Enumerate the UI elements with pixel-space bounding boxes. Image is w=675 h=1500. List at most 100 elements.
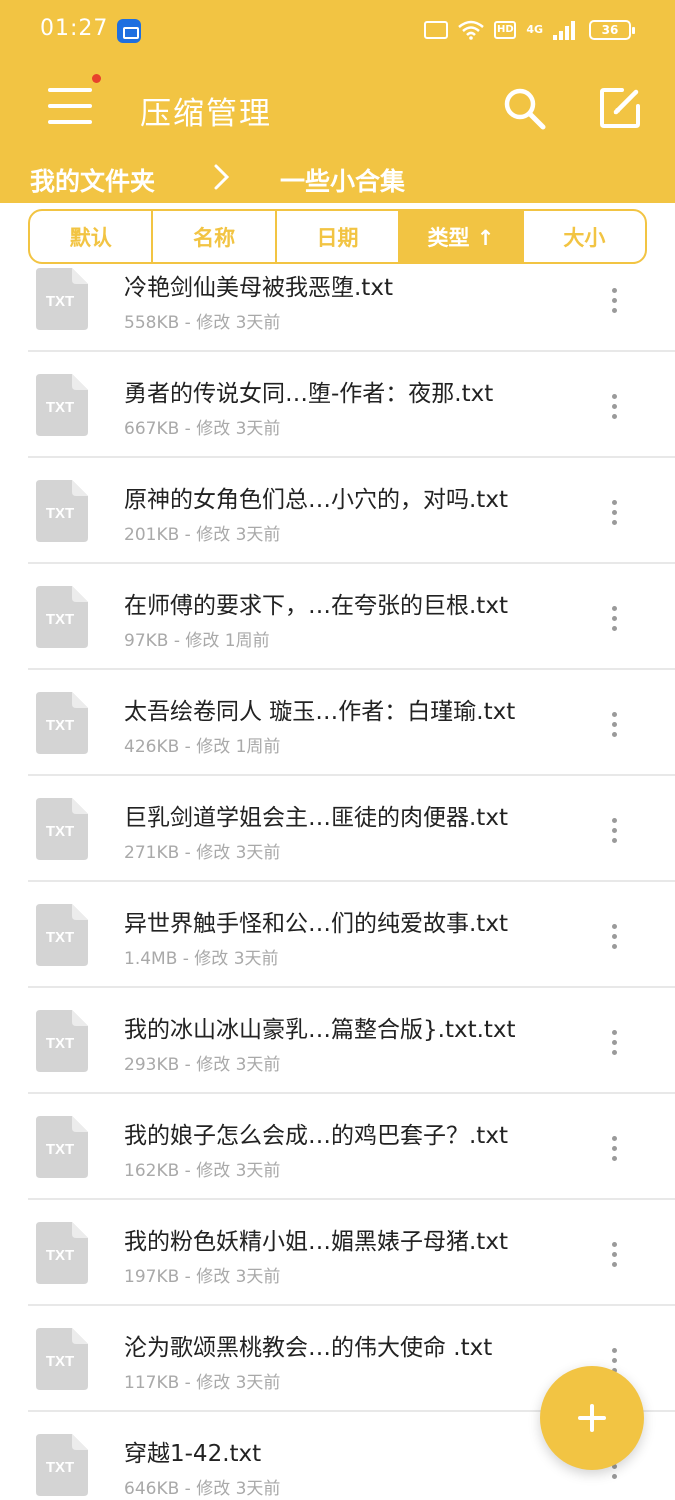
file-list-item[interactable]: TXT 我的娘子怎么会成…的鸡巴套子？.txt 162KB - 修改 3天前 <box>0 1094 675 1200</box>
more-vert-icon-dot <box>612 1050 617 1055</box>
more-options-button[interactable] <box>600 1238 628 1272</box>
file-type-label: TXT <box>46 505 74 522</box>
more-options-button[interactable] <box>600 708 628 742</box>
txt-file-icon: TXT <box>36 798 88 860</box>
more-options-button[interactable] <box>600 284 628 318</box>
file-name: 我的冰山冰山豪乳…篇整合版}.txt.txt <box>124 1017 516 1043</box>
hd-icon: HD <box>494 21 517 39</box>
status-icons: HD 4G 36 <box>424 16 635 44</box>
more-vert-icon-dot <box>612 944 617 949</box>
app-header: 01:27 HD 4G 36 压缩管理 我的文件夹 一些小合集 <box>0 0 675 203</box>
breadcrumb-root[interactable]: 我的文件夹 <box>30 162 155 198</box>
more-vert-icon <box>612 500 617 505</box>
file-list-item[interactable]: TXT 异世界触手怪和公…们的纯爱故事.txt 1.4MB - 修改 3天前 <box>0 882 675 988</box>
file-meta: 271KB - 修改 3天前 <box>124 843 281 863</box>
file-name: 勇者的传说女同…堕-作者：夜那.txt <box>124 381 494 407</box>
breadcrumb-current[interactable]: 一些小合集 <box>280 162 405 198</box>
txt-file-icon: TXT <box>36 586 88 648</box>
more-options-button[interactable] <box>600 390 628 424</box>
file-type-label: TXT <box>46 929 74 946</box>
file-type-label: TXT <box>46 823 74 840</box>
status-time: 01:27 <box>40 16 109 41</box>
file-type-label: TXT <box>46 611 74 628</box>
search-icon <box>504 88 546 130</box>
file-type-label: TXT <box>46 293 74 310</box>
more-vert-icon-dot <box>612 626 617 631</box>
more-vert-icon-dot <box>612 1474 617 1479</box>
file-name: 我的娘子怎么会成…的鸡巴套子？.txt <box>124 1123 508 1149</box>
file-name: 我的粉色妖精小姐…媚黑婊子母猪.txt <box>124 1229 508 1255</box>
file-list-item[interactable]: TXT 巨乳剑道学姐会主…匪徒的肉便器.txt 271KB - 修改 3天前 <box>0 776 675 882</box>
more-options-button[interactable] <box>600 920 628 954</box>
txt-file-icon: TXT <box>36 1222 88 1284</box>
file-name: 穿越1-42.txt <box>124 1441 262 1467</box>
more-vert-icon-dot <box>612 1146 617 1151</box>
txt-file-icon: TXT <box>36 1010 88 1072</box>
more-vert-icon-dot <box>612 308 617 313</box>
txt-file-icon: TXT <box>36 692 88 754</box>
file-list-item[interactable]: TXT 在师傅的要求下，…在夸张的巨根.txt 97KB - 修改 1周前 <box>0 564 675 670</box>
file-name: 异世界触手怪和公…们的纯爱故事.txt <box>124 911 508 937</box>
add-button[interactable] <box>540 1366 644 1470</box>
edit-icon <box>600 88 640 128</box>
file-type-label: TXT <box>46 1247 74 1264</box>
file-list-item[interactable]: TXT 原神的女角色们总…小穴的，对吗.txt 201KB - 修改 3天前 <box>0 458 675 564</box>
file-list-item[interactable]: TXT 勇者的传说女同…堕-作者：夜那.txt 667KB - 修改 3天前 <box>0 352 675 458</box>
signal-icon <box>553 20 579 40</box>
file-meta: 293KB - 修改 3天前 <box>124 1055 281 1075</box>
plus-icon-stroke <box>590 1404 594 1432</box>
notification-dot <box>92 74 101 83</box>
more-vert-icon <box>612 394 617 399</box>
file-type-label: TXT <box>46 399 74 416</box>
file-type-label: TXT <box>46 1035 74 1052</box>
menu-button[interactable] <box>48 84 94 128</box>
more-options-button[interactable] <box>600 1026 628 1060</box>
file-meta: 162KB - 修改 3天前 <box>124 1161 281 1181</box>
more-vert-icon-dot <box>612 1262 617 1267</box>
more-vert-icon-dot <box>612 722 617 727</box>
search-button[interactable] <box>500 84 548 132</box>
file-meta: 1.4MB - 修改 3天前 <box>124 949 279 969</box>
more-vert-icon-dot <box>612 510 617 515</box>
more-options-button[interactable] <box>600 496 628 530</box>
more-vert-icon <box>612 606 617 611</box>
file-meta: 426KB - 修改 1周前 <box>124 737 281 757</box>
file-list-item[interactable]: TXT 我的冰山冰山豪乳…篇整合版}.txt.txt 293KB - 修改 3天前 <box>0 988 675 1094</box>
sim-card-icon <box>424 21 449 39</box>
edit-button[interactable] <box>596 84 644 132</box>
file-name: 沦为歌颂黑桃教会…的伟大使命 .txt <box>124 1335 493 1361</box>
wifi-icon <box>458 20 485 40</box>
txt-file-icon: TXT <box>36 1328 88 1390</box>
notification-app-icon <box>117 19 141 43</box>
more-vert-icon <box>612 1348 617 1353</box>
file-type-label: TXT <box>46 1353 74 1370</box>
file-list-item[interactable]: TXT 我的粉色妖精小姐…媚黑婊子母猪.txt 197KB - 修改 3天前 <box>0 1200 675 1306</box>
file-list-item[interactable]: TXT 冷艳剑仙美母被我恶堕.txt 558KB - 修改 3天前 <box>0 246 675 352</box>
more-vert-icon-dot <box>612 828 617 833</box>
file-meta: 667KB - 修改 3天前 <box>124 419 281 439</box>
txt-file-icon: TXT <box>36 1116 88 1178</box>
file-name: 巨乳剑道学姐会主…匪徒的肉便器.txt <box>124 805 508 831</box>
more-options-button[interactable] <box>600 1132 628 1166</box>
file-list-item[interactable]: TXT 太吾绘卷同人 璇玉…作者：白瑾瑜.txt 426KB - 修改 1周前 <box>0 670 675 776</box>
page-title: 压缩管理 <box>140 96 272 132</box>
status-bar: 01:27 HD 4G 36 <box>0 0 675 62</box>
file-name: 在师傅的要求下，…在夸张的巨根.txt <box>124 593 508 619</box>
file-meta: 97KB - 修改 1周前 <box>124 631 270 651</box>
more-vert-icon <box>612 1136 617 1141</box>
file-type-label: TXT <box>46 1141 74 1158</box>
more-vert-icon-dot <box>612 934 617 939</box>
file-type-label: TXT <box>46 717 74 734</box>
menu-icon-bar <box>48 104 92 108</box>
file-meta: 558KB - 修改 3天前 <box>124 313 281 333</box>
file-meta: 117KB - 修改 3天前 <box>124 1373 281 1393</box>
txt-file-icon: TXT <box>36 374 88 436</box>
txt-file-icon: TXT <box>36 904 88 966</box>
more-options-button[interactable] <box>600 814 628 848</box>
battery-icon: 36 <box>589 20 635 40</box>
more-vert-icon <box>612 1030 617 1035</box>
file-name: 冷艳剑仙美母被我恶堕.txt <box>124 275 393 301</box>
file-meta: 197KB - 修改 3天前 <box>124 1267 281 1287</box>
breadcrumb: 我的文件夹 一些小合集 <box>0 158 675 200</box>
more-options-button[interactable] <box>600 602 628 636</box>
